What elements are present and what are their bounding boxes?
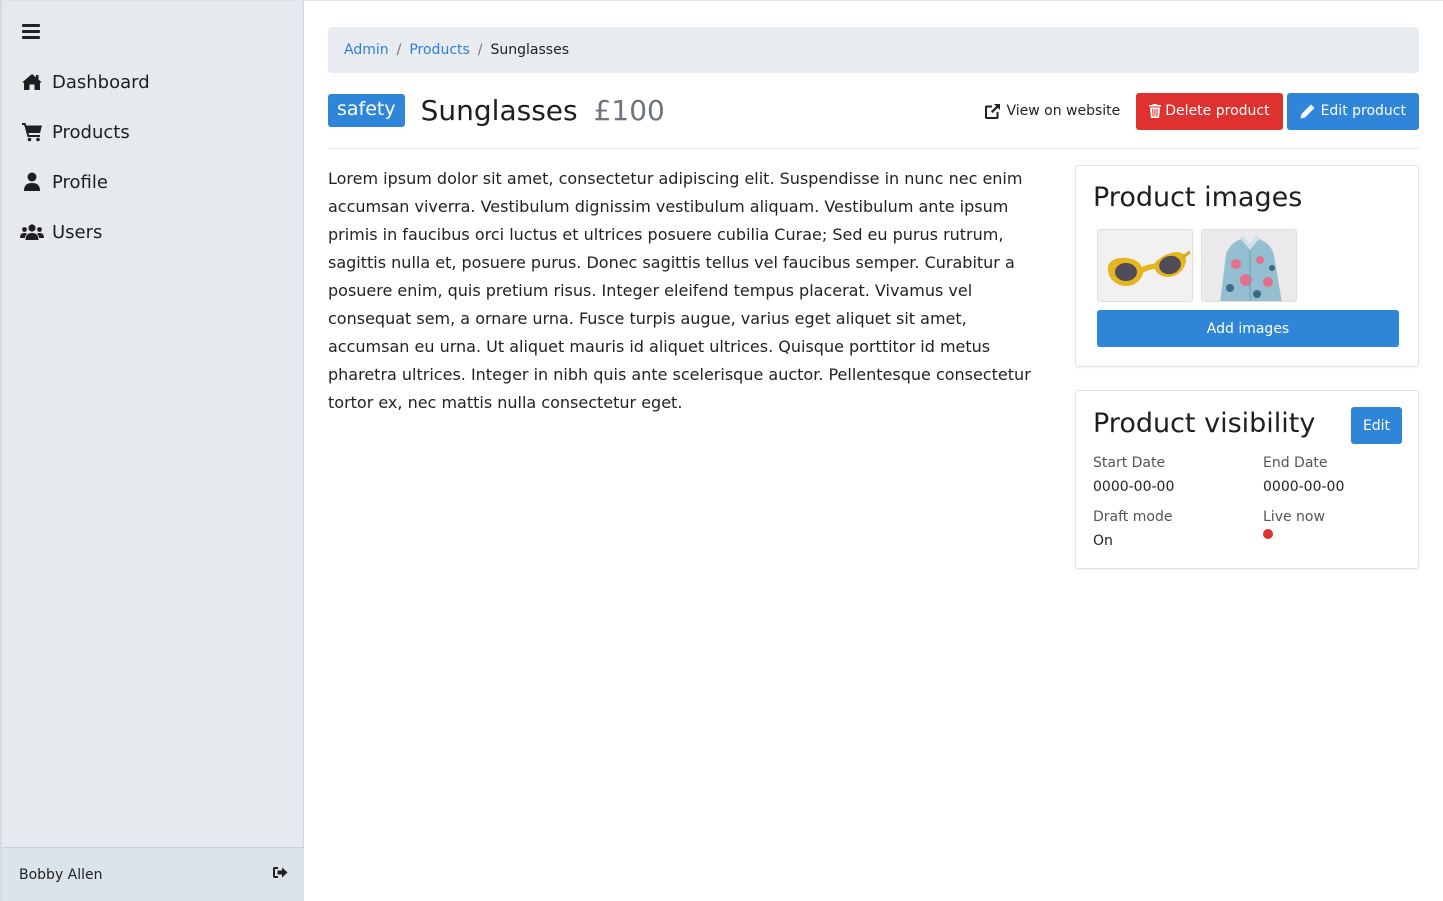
field-value: 0000-00-00	[1263, 479, 1345, 495]
sidebar: Dashboard Products Profile Users Bobby A…	[0, 1, 304, 901]
header-divider	[328, 148, 1419, 149]
breadcrumb: Admin / Products / Sunglasses	[328, 27, 1419, 73]
breadcrumb-current: Sunglasses	[490, 42, 569, 58]
live-now-field: Live now	[1263, 509, 1325, 539]
user-icon	[20, 172, 44, 192]
add-images-button[interactable]: Add images	[1097, 310, 1399, 347]
sidebar-item-profile[interactable]: Profile	[20, 167, 108, 197]
sidebar-item-dashboard[interactable]: Dashboard	[20, 67, 150, 97]
field-value: 0000-00-00	[1093, 479, 1175, 495]
user-name: Bobby Allen	[19, 866, 103, 883]
sidebar-item-label: Profile	[52, 171, 108, 193]
breadcrumb-separator: /	[396, 42, 402, 58]
sidebar-footer: Bobby Allen	[2, 847, 304, 901]
sidebar-item-users[interactable]: Users	[20, 217, 102, 247]
image-thumbnails	[1097, 229, 1305, 302]
cart-icon	[20, 122, 44, 142]
delete-product-button[interactable]: Delete product	[1136, 92, 1283, 130]
page-title: Sunglasses	[420, 93, 578, 127]
users-icon	[20, 222, 44, 242]
field-label: Draft mode	[1093, 509, 1173, 525]
pencil-icon	[1300, 104, 1315, 118]
home-icon	[20, 72, 44, 92]
card-title: Product images	[1093, 182, 1303, 213]
sunglasses-image	[1098, 230, 1192, 301]
product-price: £100	[593, 93, 665, 127]
logout-icon[interactable]	[273, 866, 288, 883]
draft-mode-field: Draft mode On	[1093, 509, 1172, 549]
product-images-card: Product images Add images	[1075, 165, 1419, 367]
delete-product-label: Delete product	[1165, 103, 1270, 119]
start-date-field: Start Date 0000-00-00	[1093, 455, 1174, 495]
view-on-website-label: View on website	[1006, 103, 1121, 119]
end-date-field: End Date 0000-00-00	[1263, 455, 1344, 495]
product-actions: View on website Delete product Edit prod…	[985, 92, 1419, 130]
breadcrumb-separator: /	[477, 42, 483, 58]
edit-product-button[interactable]: Edit product	[1286, 92, 1419, 130]
product-description: Lorem ipsum dolor sit amet, consectetur …	[328, 169, 1031, 412]
product-visibility-card: Product visibility Edit Start Date 0000-…	[1075, 390, 1419, 569]
shirt-image	[1202, 230, 1296, 301]
external-link-icon	[985, 103, 1001, 119]
product-header: safety Sunglasses £100	[328, 90, 665, 130]
product-image-thumbnail[interactable]	[1201, 229, 1297, 302]
category-badge: safety	[328, 93, 405, 127]
sidebar-item-label: Dashboard	[52, 71, 150, 93]
edit-visibility-button[interactable]: Edit	[1351, 407, 1402, 444]
sidebar-item-label: Users	[52, 221, 103, 243]
trash-icon	[1149, 104, 1162, 118]
breadcrumb-link-products[interactable]: Products	[409, 42, 469, 58]
field-label: End Date	[1263, 455, 1328, 471]
product-image-thumbnail[interactable]	[1097, 229, 1193, 302]
live-status-indicator	[1263, 529, 1273, 539]
menu-toggle-icon[interactable]	[22, 24, 40, 40]
field-label: Live now	[1263, 509, 1325, 525]
breadcrumb-link-admin[interactable]: Admin	[344, 42, 389, 58]
card-title: Product visibility	[1093, 408, 1316, 439]
field-label: Start Date	[1093, 455, 1166, 471]
edit-product-label: Edit product	[1320, 103, 1406, 119]
sidebar-item-label: Products	[52, 121, 130, 143]
view-on-website-link[interactable]: View on website	[985, 103, 1120, 119]
sidebar-item-products[interactable]: Products	[20, 117, 130, 147]
field-value: On	[1093, 533, 1113, 549]
